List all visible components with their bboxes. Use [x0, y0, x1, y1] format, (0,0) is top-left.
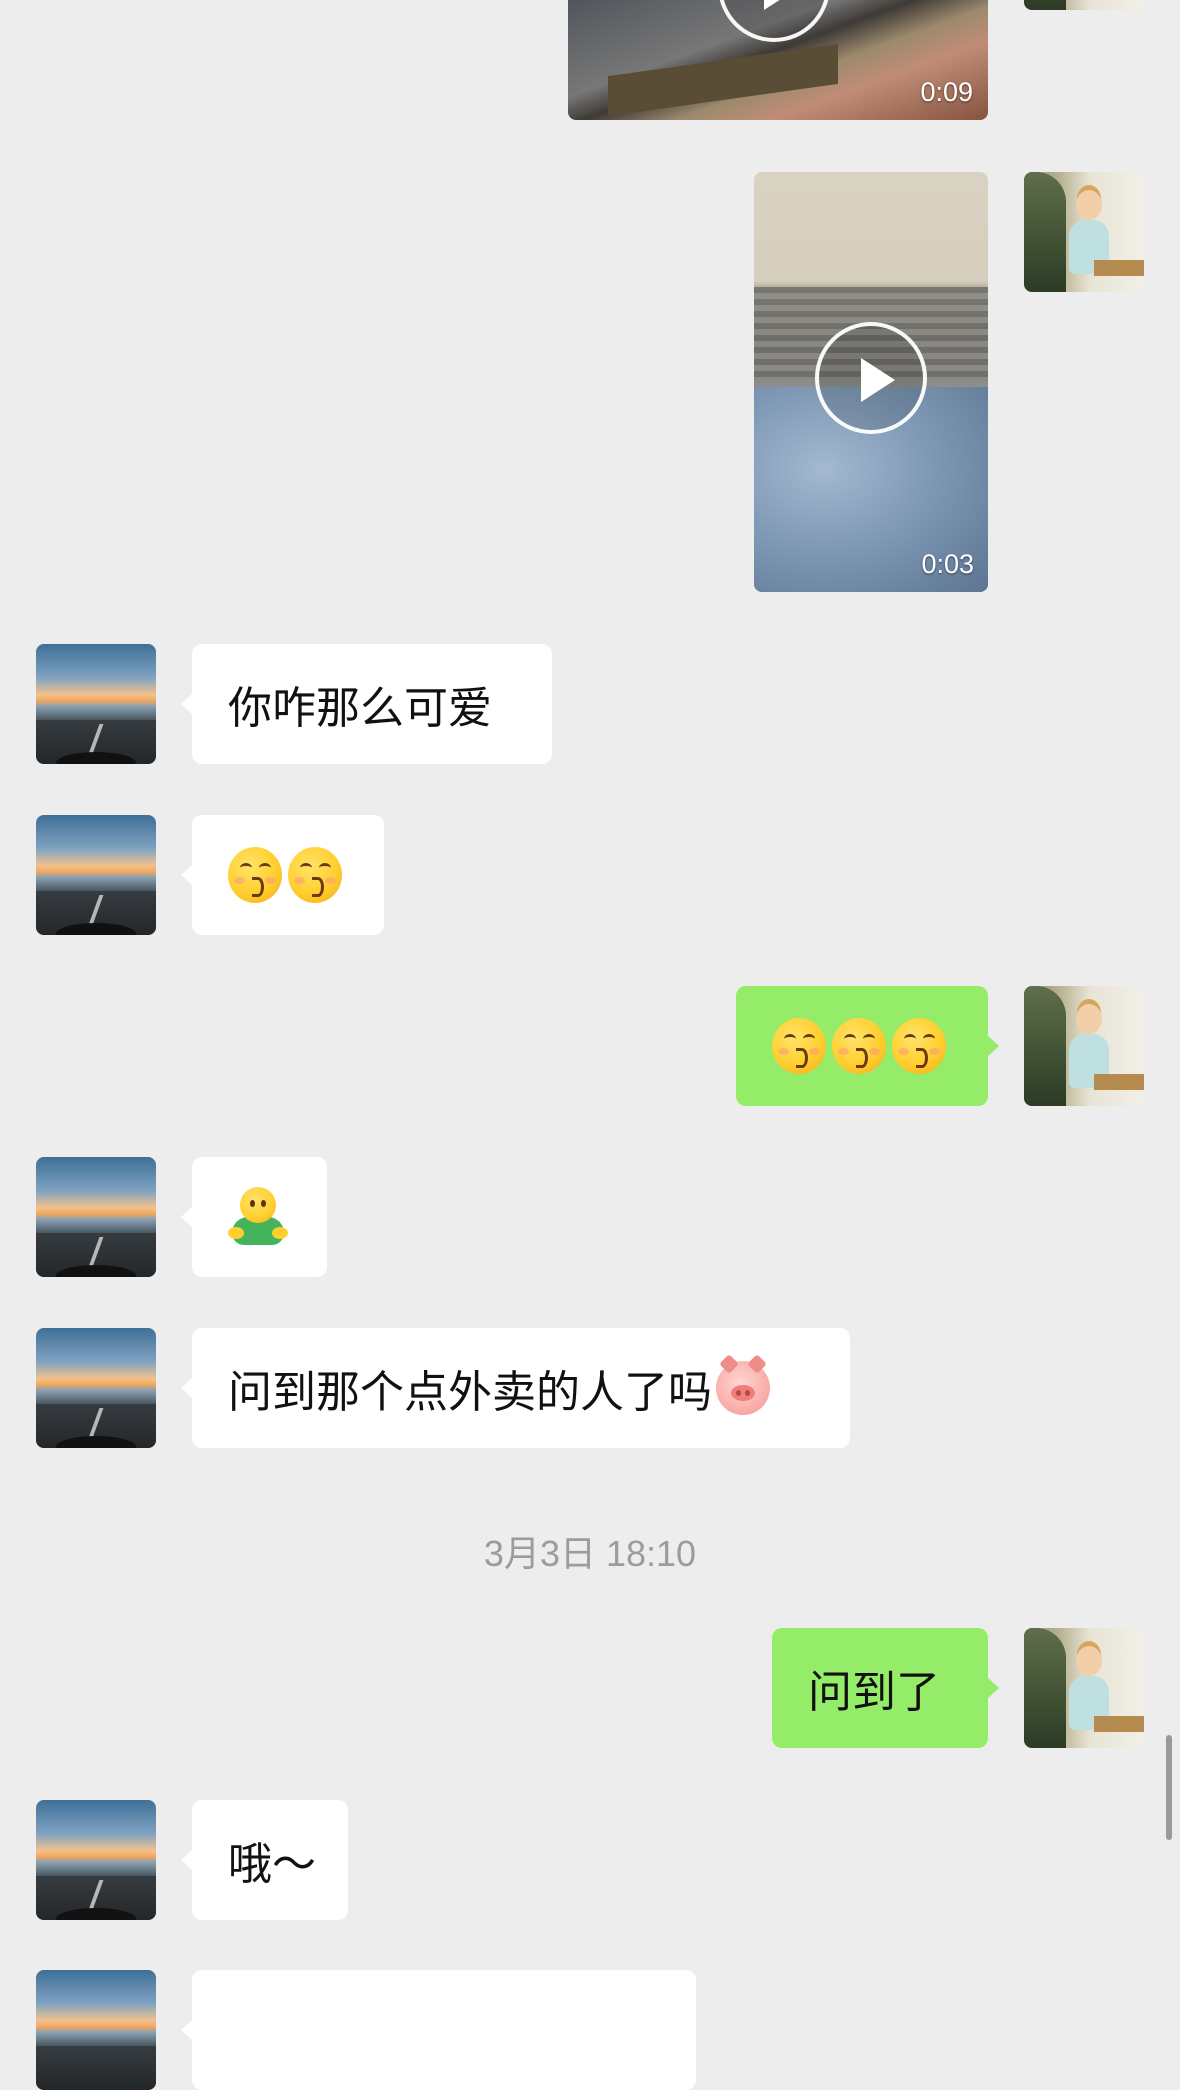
video-duration: 0:03: [921, 549, 974, 579]
kissing-face-icon: [832, 1018, 886, 1074]
kissing-face-icon: [228, 847, 282, 903]
kissing-face-icon: [892, 1018, 946, 1074]
video-duration: 0:09: [920, 77, 973, 107]
avatar-contact[interactable]: [36, 1157, 156, 1277]
video-thumbnail: [608, 43, 838, 117]
avatar-me[interactable]: [1024, 1628, 1144, 1748]
message-text: 问到那个点外卖的人了吗: [228, 1367, 712, 1418]
message-bubble[interactable]: [181, 1157, 327, 1277]
message-bubble[interactable]: [736, 986, 999, 1106]
message-bubble[interactable]: [181, 815, 384, 935]
chat-timestamp: 3月3日 18:10: [483, 1533, 697, 1574]
avatar-me[interactable]: [1024, 0, 1144, 10]
hug-icon: [228, 1187, 288, 1247]
avatar-contact[interactable]: [36, 1800, 156, 1920]
avatar-contact[interactable]: [36, 1970, 156, 2090]
scrollbar[interactable]: [1166, 1735, 1172, 1840]
video-message[interactable]: 0:09: [568, 0, 988, 120]
kissing-face-icon: [772, 1018, 826, 1074]
avatar-me[interactable]: [1024, 172, 1144, 292]
video-message[interactable]: 0:03: [754, 172, 988, 592]
message-bubble[interactable]: 你咋那么可爱: [181, 644, 552, 764]
avatar-contact[interactable]: [36, 644, 156, 764]
play-icon[interactable]: [815, 322, 927, 434]
message-text: 问到了: [808, 1667, 940, 1718]
avatar-contact[interactable]: [36, 1328, 156, 1448]
play-icon[interactable]: [718, 0, 830, 42]
message-bubble[interactable]: 问到那个点外卖的人了吗: [181, 1328, 850, 1448]
pig-face-icon: [716, 1354, 770, 1415]
kissing-face-icon: [288, 847, 342, 903]
message-text: 你咋那么可爱: [228, 683, 492, 734]
avatar-me[interactable]: [1024, 986, 1144, 1106]
message-bubble[interactable]: 问到了: [772, 1628, 999, 1748]
message-text: 哦～: [228, 1839, 316, 1890]
message-bubble[interactable]: [181, 1970, 696, 2090]
avatar-contact[interactable]: [36, 815, 156, 935]
message-bubble[interactable]: 哦～: [181, 1800, 348, 1920]
